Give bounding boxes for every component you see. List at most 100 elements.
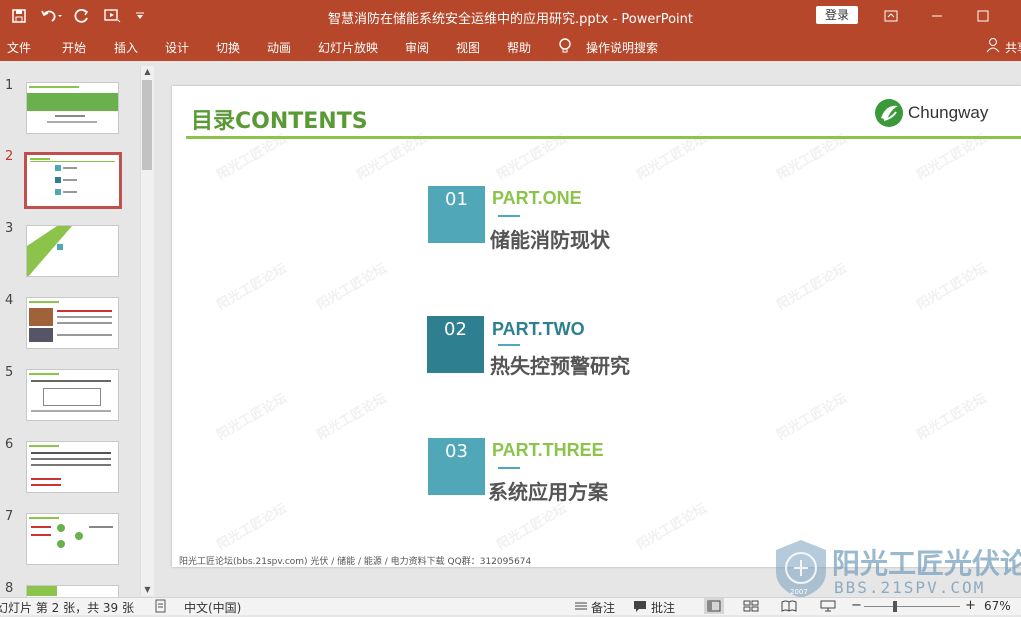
forum-watermark: 2007 阳光工匠光伏论坛 BBS.21SPV.COM <box>772 538 1021 600</box>
slide-title: 目录CONTENTS <box>191 109 368 134</box>
login-button[interactable]: 登录 <box>816 6 858 24</box>
watermark: 阳光工匠论坛 <box>214 261 290 314</box>
minimize-icon[interactable] <box>922 5 952 27</box>
customize-toolbar-icon[interactable] <box>132 6 148 26</box>
watermark: 阳光工匠论坛 <box>314 391 390 444</box>
section-number-box: 03 <box>428 438 485 495</box>
scroll-down-icon[interactable]: ▼ <box>141 584 154 596</box>
save-icon[interactable] <box>6 6 32 26</box>
watermark: 阳光工匠论坛 <box>214 391 290 444</box>
share-icon[interactable] <box>986 37 1000 56</box>
status-bar: 幻灯片 第 2 张，共 39 张 中文(中国) 备注 批注 − + 67% <box>0 597 1021 615</box>
slide-thumbnail-8[interactable] <box>26 585 119 597</box>
watermark-url: BBS.21SPV.COM <box>834 578 986 597</box>
slide-thumbnail-4[interactable] <box>26 297 119 349</box>
watermark: 阳光工匠论坛 <box>634 501 710 554</box>
section-number: 03 <box>445 441 468 462</box>
watermark: 阳光工匠论坛 <box>774 261 850 314</box>
zoom-in-icon[interactable]: + <box>965 598 976 613</box>
language-indicator[interactable]: 中文(中国) <box>184 599 241 616</box>
tab-review[interactable]: 审阅 <box>405 39 429 56</box>
watermark: 阳光工匠论坛 <box>774 391 850 444</box>
watermark-forum-name: 阳光工匠光伏论坛 <box>832 547 1021 580</box>
slide-footer: 阳光工匠论坛(bbs.21spv.com) 光伏 / 储能 / 能源 / 电力资… <box>179 557 532 567</box>
thumbnails-scrollbar[interactable]: ▲ ▼ <box>140 66 154 596</box>
watermark: 阳光工匠论坛 <box>494 501 570 554</box>
slide-thumbnail-7[interactable] <box>26 513 119 565</box>
zoom-level[interactable]: 67% <box>984 599 1011 613</box>
thumb-number: 2 <box>5 149 14 164</box>
thumb-number: 5 <box>5 365 14 380</box>
logo-text: Chungway <box>908 103 989 122</box>
notes-button[interactable]: 备注 <box>591 599 615 616</box>
section-title: 系统应用方案 <box>488 480 608 504</box>
slide-thumbnail-3[interactable] <box>26 225 119 277</box>
section-divider <box>498 344 520 346</box>
slide-thumbnail-6[interactable] <box>26 441 119 493</box>
slide-thumbnail-5[interactable] <box>26 369 119 421</box>
chungway-logo: Chungway <box>874 96 1014 130</box>
ribbon-tabs: 文件 开始 插入 设计 切换 动画 幻灯片放映 审阅 视图 帮助 操作说明搜索 … <box>0 32 1021 61</box>
watermark: 阳光工匠论坛 <box>914 391 990 444</box>
watermark: 阳光工匠论坛 <box>914 261 990 314</box>
section-title: 储能消防现状 <box>490 228 610 252</box>
section-divider <box>498 215 520 217</box>
section-number-box: 01 <box>428 186 485 243</box>
tab-insert[interactable]: 插入 <box>114 39 138 56</box>
section-part-label: PART.TWO <box>492 319 585 339</box>
watermark: 阳光工匠论坛 <box>314 261 390 314</box>
section-number: 02 <box>444 319 467 340</box>
undo-icon[interactable] <box>36 6 66 26</box>
start-slideshow-icon[interactable] <box>100 6 124 26</box>
reading-view-icon[interactable] <box>781 600 797 615</box>
zoom-slider-track[interactable] <box>864 606 960 607</box>
chungway-logo-icon <box>875 99 903 127</box>
thumb-number: 3 <box>5 221 14 236</box>
tab-home[interactable]: 开始 <box>62 39 86 56</box>
slide-canvas[interactable]: 阳光工匠论坛 阳光工匠论坛 阳光工匠论坛 阳光工匠论坛 阳光工匠论坛 阳光工匠论… <box>172 86 1021 567</box>
section-part-label: PART.ONE <box>492 188 582 208</box>
section-divider <box>498 467 520 469</box>
title-bar: 智慧消防在储能系统安全运维中的应用研究.pptx - PowerPoint 登录 <box>0 0 1021 32</box>
ribbon-display-options-icon[interactable] <box>876 5 906 27</box>
watermark-year: 2007 <box>790 588 808 596</box>
share-button[interactable]: 共享 <box>1005 39 1021 56</box>
tab-help[interactable]: 帮助 <box>507 39 531 56</box>
watermark: 阳光工匠论坛 <box>214 501 290 554</box>
tab-file[interactable]: 文件 <box>7 39 31 56</box>
title-underline <box>186 136 1021 139</box>
slide-thumbnails-pane: 1 2 3 4 5 6 7 8 <box>0 61 157 597</box>
comments-icon[interactable] <box>633 600 647 615</box>
zoom-slider-handle[interactable] <box>893 601 897 612</box>
slideshow-view-icon[interactable] <box>820 600 836 615</box>
section-number: 01 <box>445 189 468 210</box>
tab-view[interactable]: 视图 <box>456 39 480 56</box>
maximize-icon[interactable] <box>968 5 998 27</box>
tab-slideshow[interactable]: 幻灯片放映 <box>318 39 378 56</box>
notes-icon[interactable] <box>574 600 588 615</box>
lightbulb-icon[interactable] <box>558 37 572 58</box>
slide-sorter-icon[interactable] <box>743 600 759 615</box>
tell-me-search[interactable]: 操作说明搜索 <box>586 39 658 56</box>
tab-transitions[interactable]: 切换 <box>216 39 240 56</box>
scrollbar-thumb[interactable] <box>142 80 152 170</box>
redo-icon[interactable] <box>70 6 94 26</box>
tab-animations[interactable]: 动画 <box>267 39 291 56</box>
section-title: 热失控预警研究 <box>490 354 630 378</box>
tab-design[interactable]: 设计 <box>165 39 189 56</box>
window-title: 智慧消防在储能系统安全运维中的应用研究.pptx - PowerPoint <box>328 12 693 27</box>
comments-button[interactable]: 批注 <box>651 599 675 616</box>
thumb-number: 6 <box>5 437 14 452</box>
slide-thumbnail-1[interactable] <box>26 82 119 134</box>
scroll-up-icon[interactable]: ▲ <box>141 66 154 78</box>
zoom-out-icon[interactable]: − <box>851 598 862 613</box>
spell-check-icon[interactable] <box>154 599 168 616</box>
normal-view-icon[interactable] <box>704 598 724 614</box>
slide-counter: 幻灯片 第 2 张，共 39 张 <box>0 601 134 615</box>
section-part-label: PART.THREE <box>492 440 604 460</box>
thumb-number: 7 <box>5 509 14 524</box>
thumb-number: 4 <box>5 293 14 308</box>
slide-thumbnail-2[interactable] <box>24 152 122 209</box>
thumb-number: 1 <box>5 78 14 93</box>
section-number-box: 02 <box>427 316 484 373</box>
